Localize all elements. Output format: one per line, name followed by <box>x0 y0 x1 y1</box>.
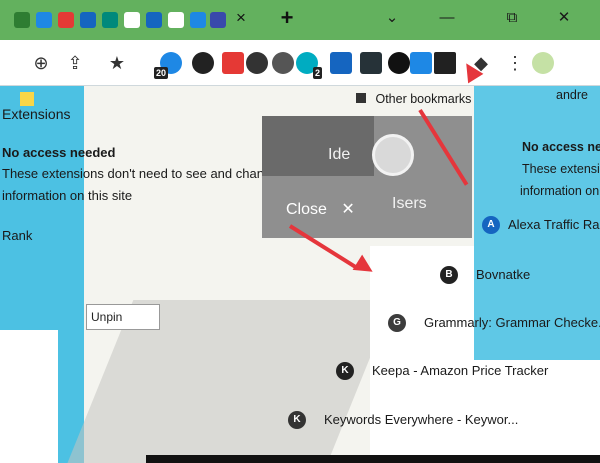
close-icon: ✕ <box>341 201 355 218</box>
new-tab-button[interactable]: + <box>276 7 298 29</box>
rank-fragment: Rank <box>2 228 33 243</box>
bovnatke-icon: B <box>440 265 458 284</box>
extension-badge-2: 2 <box>313 67 323 79</box>
other-bookmarks-label: Other bookmarks <box>375 92 472 106</box>
tab-favicon-1[interactable] <box>14 12 30 28</box>
right-no-access-desc-line2: information on this site <box>520 184 600 198</box>
zoom-icon[interactable]: ⊕ <box>28 50 54 76</box>
left-white-box <box>0 330 58 463</box>
tab-strip: × + ⌄ — ⧉ ✕ <box>0 0 600 40</box>
extension-label: Bovnatke <box>476 267 531 282</box>
tab-favicon-2[interactable] <box>36 12 52 28</box>
bookmark-star-icon[interactable]: ★ <box>104 50 130 76</box>
extension-icon-8[interactable] <box>360 52 382 74</box>
extension-icon-10[interactable] <box>410 52 432 74</box>
extension-label: Alexa Traffic Rank <box>508 217 600 232</box>
keepa-icon: K <box>336 361 354 380</box>
menu-kebab-icon[interactable]: ⋮ <box>502 50 528 76</box>
unpin-tooltip[interactable]: Unpin <box>86 304 160 330</box>
extension-label: Keepa - Amazon Price Tracker <box>372 363 549 378</box>
overlay-fragment-users: Isers <box>392 195 427 212</box>
restore-button[interactable]: ⧉ <box>500 7 524 29</box>
alexa-icon: A <box>482 215 500 234</box>
tab-favicon-6[interactable] <box>124 12 140 28</box>
profile-name: andre <box>556 88 588 102</box>
overlay-avatar-icon <box>372 134 414 176</box>
extension-icon-9[interactable] <box>388 52 410 74</box>
extension-item-alexa[interactable]: A Alexa Traffic Rank <box>482 210 600 240</box>
tab-search-chevron-icon[interactable]: ⌄ <box>380 7 404 29</box>
extension-icon-3[interactable] <box>222 52 244 74</box>
extension-icon-5[interactable] <box>272 52 294 74</box>
minimize-button[interactable]: — <box>435 7 459 29</box>
keywords-everywhere-icon: K <box>288 410 306 429</box>
tab-favicon-10[interactable] <box>210 12 226 28</box>
extension-item-keepa[interactable]: K Keepa - Amazon Price Tracker <box>336 356 548 386</box>
tab-favicon-3[interactable] <box>58 12 74 28</box>
left-panel: Extensions Rank <box>0 86 90 463</box>
extension-icon-7[interactable] <box>330 52 352 74</box>
toolbar: ⊕ ⇪ ★ 20 2 ◆ ⋮ <box>0 40 600 86</box>
profile-avatar[interactable] <box>532 52 554 74</box>
grey-overlay-dark-region <box>262 116 374 176</box>
folder-icon <box>356 93 366 103</box>
no-access-desc-line2: information on this site <box>2 188 133 203</box>
tab-favicon-5[interactable] <box>102 12 118 28</box>
browser-window: × + ⌄ — ⧉ ✕ ⊕ ⇪ ★ 20 2 ◆ ⋮ Extensions Ra… <box>0 0 600 463</box>
extension-label: Keywords Everywhere - Keywor... <box>324 412 519 427</box>
extension-badge-20: 20 <box>154 67 169 79</box>
extension-item-keywords-everywhere[interactable]: K Keywords Everywhere - Keywor... <box>288 405 518 435</box>
extensions-label: Extensions <box>2 106 71 122</box>
no-access-heading: No access needed <box>2 145 116 160</box>
extension-icon-11[interactable] <box>434 52 456 74</box>
extension-icon-2[interactable] <box>192 52 214 74</box>
extension-icon-4[interactable] <box>246 52 268 74</box>
right-no-access-heading: No access needed <box>522 140 600 154</box>
grammarly-icon: G <box>388 313 406 332</box>
extension-item-bovnatke[interactable]: B Bovnatke <box>440 260 530 290</box>
tab-favicon-8[interactable] <box>168 12 184 28</box>
close-button[interactable]: Close ✕ <box>278 195 366 225</box>
other-bookmarks[interactable]: Other bookmarks <box>356 92 471 106</box>
tab-favicon-7[interactable] <box>146 12 162 28</box>
tab-favicon-9[interactable] <box>190 12 206 28</box>
share-icon[interactable]: ⇪ <box>62 50 88 76</box>
tab-favicon-4[interactable] <box>80 12 96 28</box>
close-window-button[interactable]: ✕ <box>552 7 576 29</box>
bottom-edge <box>146 455 600 463</box>
right-no-access-desc-line1: These extensions don't need to see and c… <box>522 162 600 176</box>
no-access-desc-line1: These extensions don't need to see and c… <box>2 166 279 181</box>
extension-item-grammarly[interactable]: G Grammarly: Grammar Checke... <box>388 308 600 338</box>
extension-label: Grammarly: Grammar Checke... <box>424 315 600 330</box>
overlay-fragment-ide: Ide <box>328 146 351 163</box>
tab-close-icon[interactable]: × <box>232 9 250 27</box>
close-label: Close <box>286 201 327 218</box>
left-yellow-tile <box>20 92 34 106</box>
